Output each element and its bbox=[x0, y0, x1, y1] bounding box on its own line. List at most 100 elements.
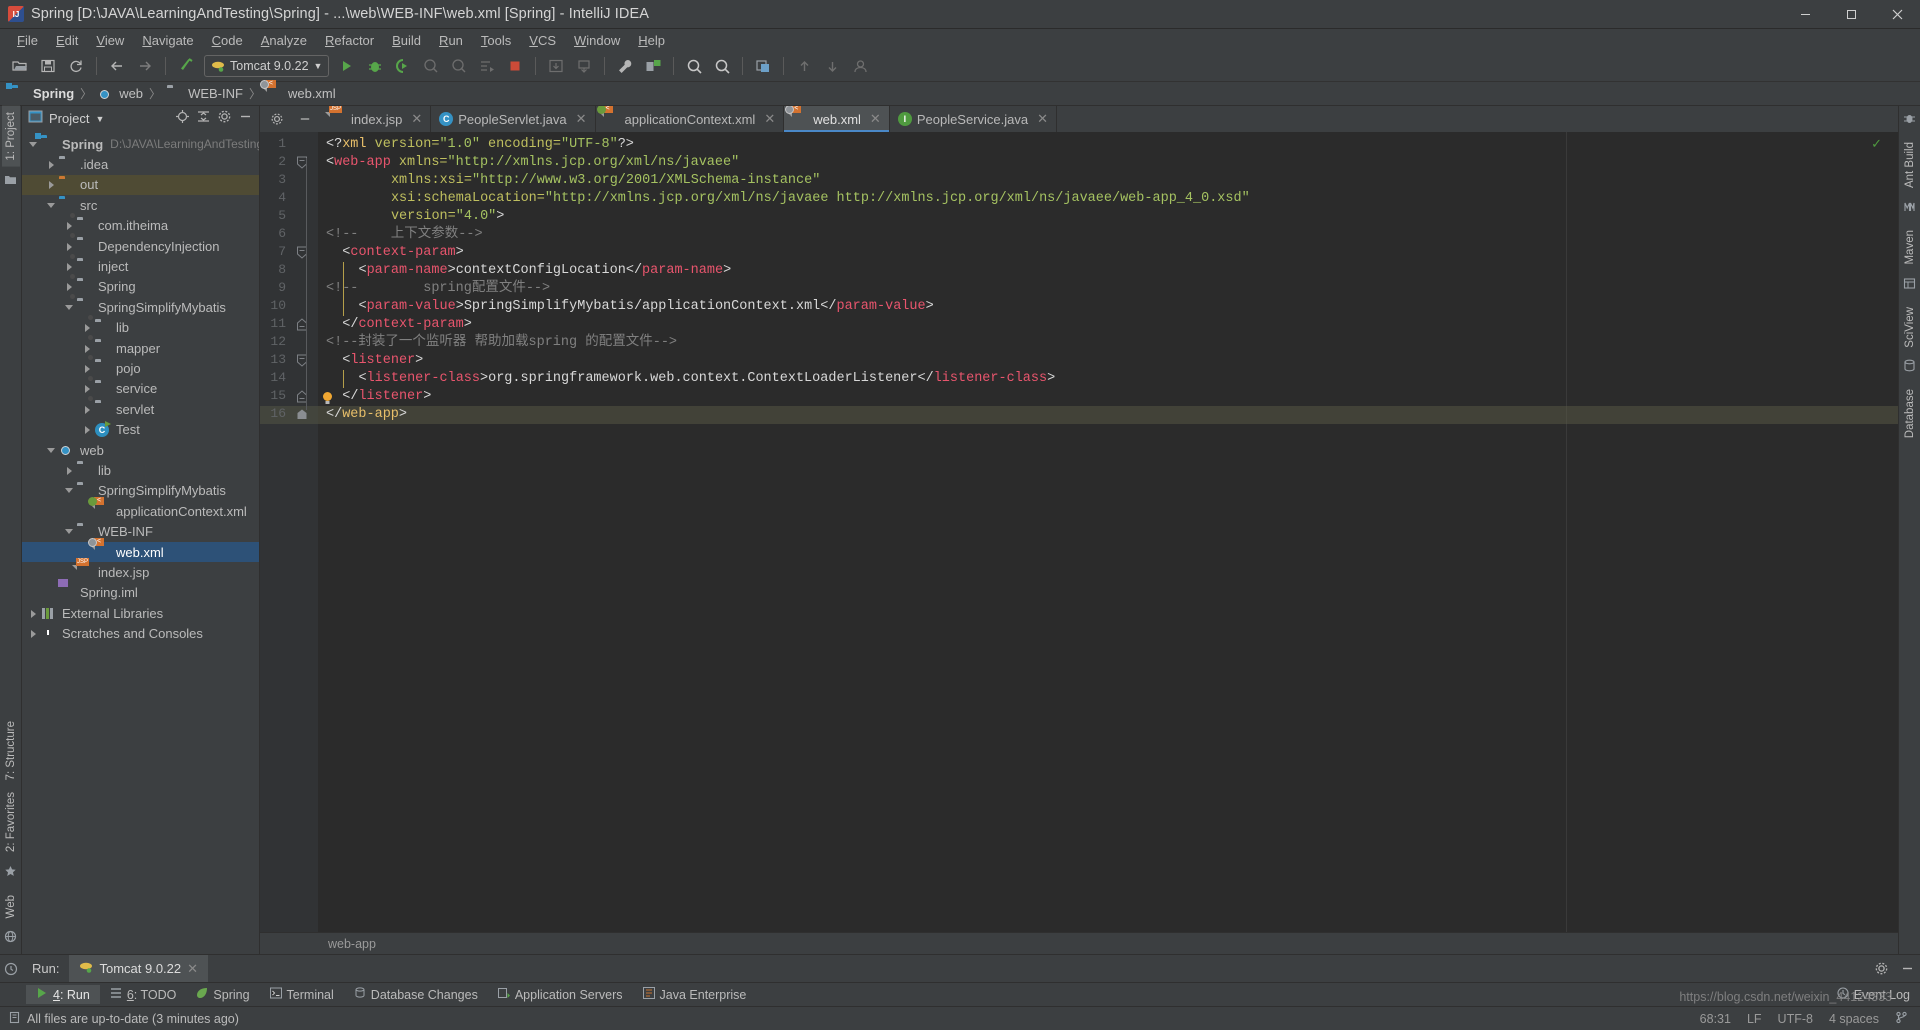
chevron-down-icon[interactable]: ▼ bbox=[95, 114, 104, 124]
close-icon[interactable]: ✕ bbox=[187, 961, 198, 977]
minimize-icon[interactable] bbox=[1894, 957, 1920, 981]
bottom-tab-database-changes[interactable]: Database Changes bbox=[344, 985, 488, 1004]
tree-item-lib[interactable]: lib bbox=[22, 314, 259, 338]
line-separator[interactable]: LF bbox=[1747, 1012, 1762, 1026]
star-icon[interactable] bbox=[4, 865, 17, 883]
bottom-tab-java-enterprise[interactable]: Java Enterprise bbox=[633, 985, 757, 1004]
tree-item-lib[interactable]: lib bbox=[22, 460, 259, 480]
update-app-icon[interactable] bbox=[543, 54, 569, 78]
deploy-icon[interactable] bbox=[571, 54, 597, 78]
run-window-left-icon[interactable] bbox=[0, 962, 22, 976]
caret-position[interactable]: 68:31 bbox=[1700, 1012, 1731, 1026]
editor-tab-peopleservice-java[interactable]: I PeopleService.java ✕ bbox=[889, 106, 1058, 132]
git-commit-icon[interactable] bbox=[750, 54, 776, 78]
chevron-right-icon[interactable] bbox=[46, 159, 57, 170]
tree-item-service[interactable]: service bbox=[22, 375, 259, 399]
search-everywhere-icon[interactable] bbox=[681, 54, 707, 78]
tree-item-scratches-and-consoles[interactable]: Scratches and Consoles bbox=[22, 623, 259, 643]
chevron-right-icon[interactable] bbox=[82, 322, 93, 333]
tree-item-pojo[interactable]: pojo bbox=[22, 355, 259, 378]
folder-strip-icon[interactable] bbox=[4, 173, 17, 191]
project-tree[interactable]: Spring D:\JAVA\LearningAndTesting .idea out… bbox=[22, 131, 259, 954]
menu-item-file[interactable]: File bbox=[8, 32, 47, 49]
git-update-icon[interactable] bbox=[791, 54, 817, 78]
bottom-tab-4-run[interactable]: 4: Run bbox=[26, 985, 100, 1004]
chevron-down-icon[interactable] bbox=[64, 302, 75, 313]
gear-icon[interactable] bbox=[217, 109, 232, 129]
run-tab-tomcat[interactable]: Tomcat 9.0.22 ✕ bbox=[69, 954, 209, 983]
menu-item-vcs[interactable]: VCS bbox=[520, 32, 565, 49]
tree-item-inject[interactable]: inject bbox=[22, 253, 259, 276]
bottom-tab-application-servers[interactable]: Application Servers bbox=[488, 985, 633, 1004]
maven-icon[interactable] bbox=[1903, 200, 1916, 218]
target-locate-icon[interactable] bbox=[175, 109, 190, 129]
git-push-icon[interactable] bbox=[819, 54, 845, 78]
chevron-down-icon[interactable] bbox=[64, 526, 75, 537]
chevron-down-icon[interactable] bbox=[46, 445, 57, 456]
tree-item-out[interactable]: out bbox=[22, 174, 259, 196]
run-configuration-selector[interactable]: Tomcat 9.0.22 ▼ bbox=[204, 55, 330, 77]
sidebar-tab-database[interactable]: Database bbox=[1902, 383, 1918, 444]
tree-item-web.xml[interactable]: < web.xml bbox=[22, 538, 259, 563]
back-arrow-icon[interactable] bbox=[104, 54, 130, 78]
tree-item-springsimplifymybatis[interactable]: SpringSimplifyMybatis bbox=[22, 294, 259, 317]
breadcrumb-item-web-inf[interactable]: WEB-INF bbox=[163, 86, 247, 102]
find-icon[interactable] bbox=[709, 54, 735, 78]
attach-profiler-icon[interactable] bbox=[446, 54, 472, 78]
ant-build-icon[interactable] bbox=[1903, 112, 1916, 130]
breadcrumb-item-spring[interactable]: Spring bbox=[6, 82, 78, 102]
debug-icon[interactable] bbox=[362, 54, 388, 78]
editor-body[interactable]: 1 2 3 4 5 6 7 8 9 10 11 12 13 14 15 16 ✓ <?xml version=… bbox=[260, 132, 1898, 932]
bottom-tab-spring[interactable]: Spring bbox=[186, 985, 259, 1004]
menu-item-tools[interactable]: Tools bbox=[472, 32, 520, 49]
indent-setting[interactable]: 4 spaces bbox=[1829, 1012, 1879, 1026]
chevron-right-icon[interactable] bbox=[46, 179, 57, 190]
save-all-icon[interactable] bbox=[35, 54, 61, 78]
sidebar-tab-project[interactable]: 1: Project bbox=[1, 106, 20, 167]
settings-wrench-icon[interactable] bbox=[612, 54, 638, 78]
inspection-status-icon[interactable]: ✓ bbox=[1871, 136, 1882, 152]
profile-icon[interactable] bbox=[418, 54, 444, 78]
fold-collapse-icon[interactable] bbox=[296, 246, 312, 264]
sync-refresh-icon[interactable] bbox=[63, 54, 89, 78]
rerun-icon[interactable] bbox=[474, 54, 500, 78]
sidebar-tab-structure[interactable]: 7: Structure bbox=[2, 715, 20, 786]
chevron-right-icon[interactable] bbox=[28, 628, 39, 639]
editor-tab-index-jsp[interactable]: JSP index.jsp ✕ bbox=[322, 106, 432, 132]
chevron-down-icon[interactable] bbox=[46, 200, 57, 211]
chevron-right-icon[interactable] bbox=[64, 261, 75, 272]
tree-item-dependencyinjection[interactable]: DependencyInjection bbox=[22, 233, 259, 256]
tree-item-.idea[interactable]: .idea bbox=[22, 154, 259, 174]
collapse-all-icon[interactable] bbox=[196, 109, 211, 129]
chevron-right-icon[interactable] bbox=[64, 281, 75, 292]
tree-item-servlet[interactable]: servlet bbox=[22, 396, 259, 419]
user-icon[interactable] bbox=[847, 54, 873, 78]
sidebar-tab-maven[interactable]: Maven bbox=[1902, 224, 1918, 271]
editor-gutter[interactable]: 1 2 3 4 5 6 7 8 9 10 11 12 13 14 15 16 bbox=[260, 132, 332, 932]
maximize-button[interactable] bbox=[1828, 0, 1874, 29]
tree-item-mapper[interactable]: mapper bbox=[22, 335, 259, 358]
sidebar-tab-ant-build[interactable]: Ant Build bbox=[1902, 136, 1918, 194]
fold-collapse-icon[interactable] bbox=[296, 354, 312, 372]
menu-item-edit[interactable]: Edit bbox=[47, 32, 87, 49]
fold-collapse-icon[interactable] bbox=[296, 156, 312, 174]
fold-end-icon[interactable] bbox=[296, 408, 312, 426]
menu-item-analyze[interactable]: Analyze bbox=[252, 32, 316, 49]
close-icon[interactable]: ✕ bbox=[870, 111, 881, 127]
close-icon[interactable]: ✕ bbox=[764, 111, 775, 127]
chevron-right-icon[interactable] bbox=[64, 220, 75, 231]
build-hammer-icon[interactable] bbox=[173, 54, 199, 78]
menu-item-window[interactable]: Window bbox=[565, 32, 629, 49]
hide-icon[interactable] bbox=[238, 109, 253, 129]
bottom-tab-terminal[interactable]: Terminal bbox=[260, 985, 344, 1004]
sidebar-tab-sciview[interactable]: SciView bbox=[1902, 301, 1918, 354]
tree-item-applicationcontext.xml[interactable]: < applicationContext.xml bbox=[22, 497, 259, 521]
close-icon[interactable]: ✕ bbox=[1037, 111, 1048, 127]
forward-arrow-icon[interactable] bbox=[132, 54, 158, 78]
fold-region-end-icon[interactable] bbox=[296, 318, 312, 336]
code-area[interactable]: ✓ <?xml version="1.0" encoding="UTF-8"?>… bbox=[318, 132, 1898, 932]
tree-item-springsimplifymybatis[interactable]: SpringSimplifyMybatis bbox=[22, 481, 259, 501]
menu-item-navigate[interactable]: Navigate bbox=[133, 32, 202, 49]
tree-item-web[interactable]: web bbox=[22, 440, 259, 460]
sidebar-tab-favorites[interactable]: 2: Favorites bbox=[2, 786, 20, 858]
